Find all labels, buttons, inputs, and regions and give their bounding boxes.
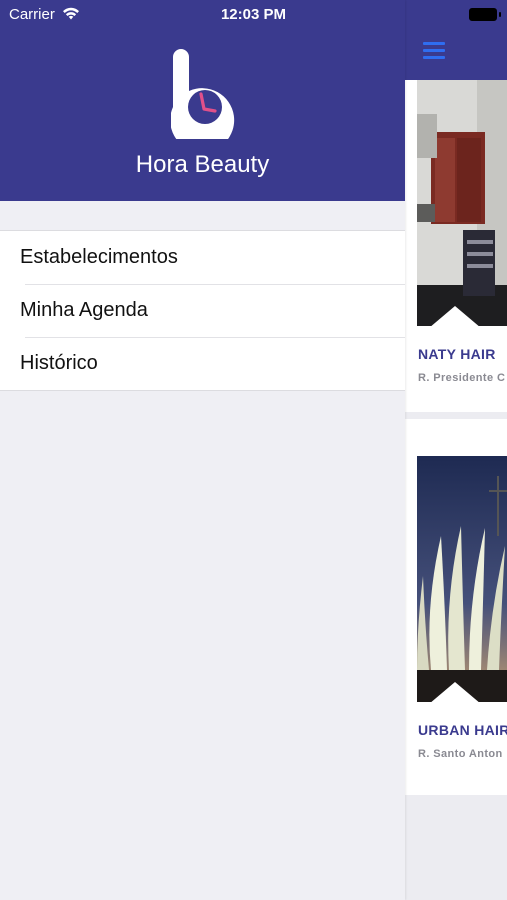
status-bar: Carrier 12:03 PM (0, 0, 507, 28)
establishment-name: NATY HAIR (418, 346, 496, 362)
main-screen: NATY HAIR R. Presidente C URBAN HAIR R. … (405, 0, 507, 900)
app-name: Hora Beauty (135, 151, 270, 178)
clock: 12:03 PM (220, 6, 287, 23)
establishment-photo (417, 456, 507, 702)
establishment-address: R. Presidente C (418, 372, 506, 384)
establishment-photo (417, 80, 507, 326)
establishment-name: URBAN HAIR (418, 722, 507, 738)
hora-beauty-logo-icon (171, 49, 235, 139)
menu-item-estabelecimentos[interactable]: Estabelecimentos (0, 231, 405, 284)
establishment-card[interactable]: URBAN HAIR R. Santo Anton (405, 419, 507, 795)
drawer-menu: Estabelecimentos Minha Agenda Histórico (0, 230, 405, 391)
establishment-card[interactable]: NATY HAIR R. Presidente C (405, 80, 507, 412)
drawer-header: Hora Beauty (0, 0, 405, 201)
hamburger-menu-icon[interactable] (423, 42, 445, 60)
establishment-address: R. Santo Anton (418, 748, 503, 760)
establishment-list[interactable]: NATY HAIR R. Presidente C URBAN HAIR R. … (405, 80, 507, 900)
battery-icon (469, 8, 501, 21)
menu-item-historico[interactable]: Histórico (0, 337, 405, 390)
side-menu: Hora Beauty Estabelecimentos Minha Agend… (0, 0, 405, 900)
menu-item-minha-agenda[interactable]: Minha Agenda (0, 284, 405, 337)
